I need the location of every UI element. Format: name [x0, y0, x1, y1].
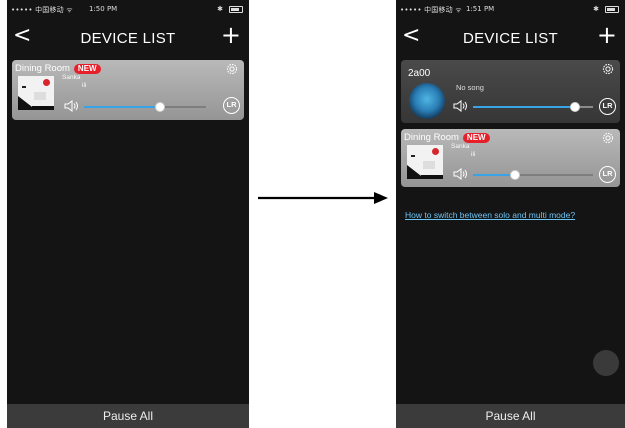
- album-art[interactable]: [18, 76, 54, 110]
- song-title: Sanka: [451, 143, 470, 150]
- gear-icon[interactable]: [601, 131, 615, 145]
- status-time: 1:50 PM: [89, 5, 118, 13]
- device-room-label: Dining Room NEW: [404, 132, 490, 143]
- volume-knob[interactable]: [570, 102, 580, 112]
- transition-arrow: [258, 192, 388, 204]
- nav-bar: < DEVICE LIST +: [396, 22, 625, 56]
- pause-all-button[interactable]: Pause All: [7, 404, 249, 428]
- phone-screen-before: ••••• 中国移动 ᯤ 1:50 PM ✱ < DEVICE LIST + D…: [7, 0, 249, 428]
- volume-knob[interactable]: [510, 170, 520, 180]
- song-info: Sanka ili: [451, 143, 475, 159]
- bluetooth-icon: ✱: [593, 5, 599, 13]
- bluetooth-icon: ✱: [217, 5, 223, 13]
- speaker-icon: [453, 168, 467, 180]
- gear-icon[interactable]: [601, 62, 615, 76]
- art-red-dot: [43, 79, 50, 86]
- battery-icon: [229, 6, 243, 13]
- volume-fill: [473, 106, 575, 108]
- device-card-dining-room[interactable]: Dining Room NEW Sanka ili LR: [401, 129, 620, 187]
- room-name: Dining Room: [15, 63, 70, 74]
- volume-fill: [84, 106, 160, 108]
- song-title: Sanka: [62, 74, 81, 81]
- volume-knob[interactable]: [154, 102, 165, 112]
- art-mark: [411, 155, 415, 157]
- device-name: 2a00: [408, 68, 431, 79]
- device-card-dining-room[interactable]: Dining Room NEW Sanka ili LR: [12, 60, 244, 120]
- speaker-icon: [453, 100, 467, 112]
- add-device-button[interactable]: +: [597, 23, 617, 47]
- room-name: Dining Room: [404, 132, 459, 143]
- song-title: No song: [456, 83, 484, 92]
- song-artist: ili: [471, 151, 476, 158]
- album-art[interactable]: [409, 83, 445, 119]
- page-title: DEVICE LIST: [463, 30, 558, 47]
- gear-icon[interactable]: [225, 62, 239, 76]
- battery-icon: [605, 6, 619, 13]
- status-bar: ••••• 中国移动 ᯤ 1:50 PM ✱: [7, 0, 249, 20]
- device-card-2a00[interactable]: 2a00 No song LR: [401, 60, 620, 123]
- volume-fill: [473, 174, 515, 176]
- art-red-dot: [432, 148, 439, 155]
- nav-bar: < DEVICE LIST +: [7, 22, 249, 56]
- lr-channel-button[interactable]: LR: [223, 97, 240, 114]
- phone-screen-after: ••••• 中国移动 ᯤ 1:51 PM ✱ < DEVICE LIST + 2…: [396, 0, 625, 428]
- volume-slider[interactable]: [84, 102, 206, 112]
- new-badge: NEW: [462, 133, 490, 143]
- device-room-label: Dining Room NEW: [15, 63, 101, 74]
- solo-multi-help-link[interactable]: How to switch between solo and multi mod…: [405, 210, 575, 220]
- add-device-button[interactable]: +: [221, 23, 241, 47]
- status-time: 1:51 PM: [466, 5, 495, 13]
- carrier-label: ••••• 中国移动 ᯤ: [11, 6, 73, 14]
- carrier-label: ••••• 中国移动 ᯤ: [400, 6, 462, 14]
- status-bar: ••••• 中国移动 ᯤ 1:51 PM ✱: [396, 0, 625, 20]
- lr-channel-button[interactable]: LR: [599, 166, 616, 183]
- volume-slider[interactable]: [473, 170, 593, 180]
- song-info: Sanka ili: [62, 74, 86, 90]
- album-art[interactable]: [407, 145, 443, 179]
- new-badge: NEW: [73, 64, 101, 74]
- pause-all-button[interactable]: Pause All: [396, 404, 625, 428]
- art-bar: [32, 106, 54, 110]
- volume-slider[interactable]: [473, 102, 593, 112]
- page-title: DEVICE LIST: [80, 30, 176, 47]
- art-bar: [421, 175, 443, 179]
- speaker-icon: [64, 100, 78, 112]
- floating-action-button[interactable]: [593, 350, 619, 376]
- song-artist: ili: [82, 82, 87, 89]
- art-mark: [22, 86, 26, 88]
- lr-channel-button[interactable]: LR: [599, 98, 616, 115]
